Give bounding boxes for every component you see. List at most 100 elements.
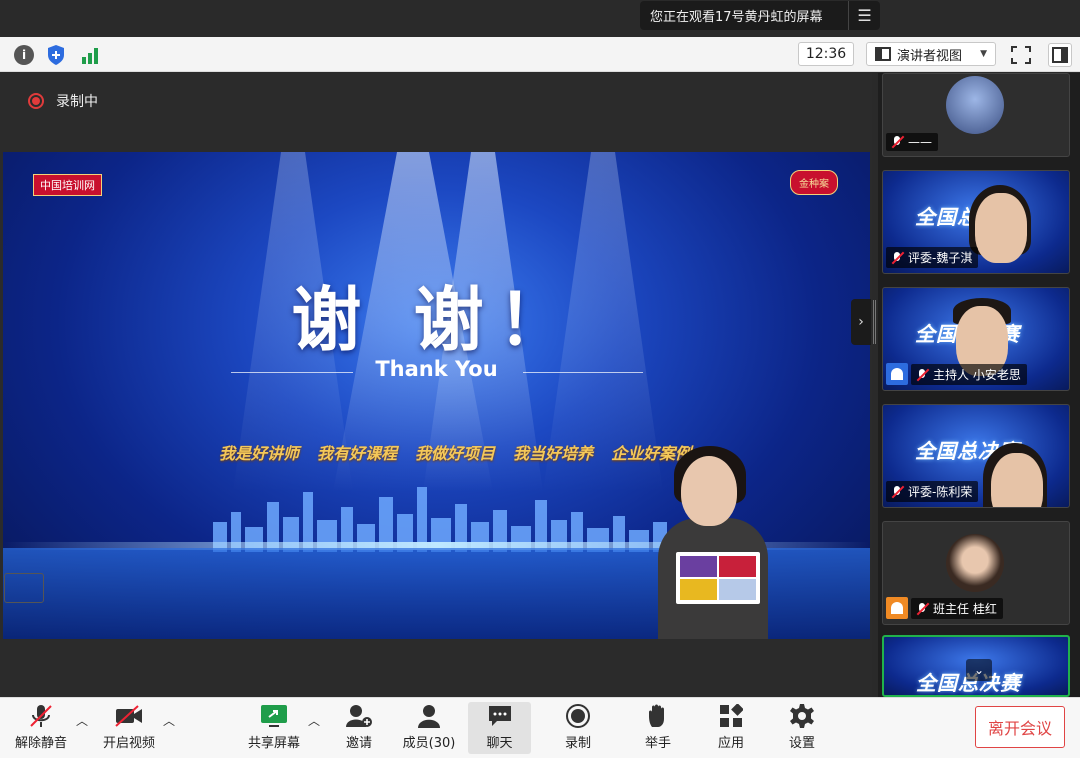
recording-indicator: 录制中 — [28, 91, 98, 111]
participant-tile-active[interactable]: 全国总决赛 ⌄ — [882, 635, 1070, 697]
slide-logo-right: 金种案 — [790, 170, 838, 195]
participant-tile[interactable]: 全国总决赛 评委-陈利荣 — [882, 404, 1070, 508]
main-share-stage: 录制中 中国培训网 金种案 谢 谢！ Thank You 我是好讲师 我有好课程… — [0, 73, 872, 697]
chevron-up-icon[interactable]: ︿ — [76, 712, 88, 729]
share-banner-text: 您正在观看17号黄丹虹的屏幕 — [650, 10, 823, 25]
chevron-right-icon[interactable]: › — [851, 299, 871, 345]
presenter-face — [681, 456, 737, 526]
participant-gallery[interactable]: —— 全国总决赛 评委-魏子淇 全国总决赛 主持人 小安老思 全国总决赛 — [878, 73, 1080, 697]
record-icon — [563, 702, 593, 730]
slide-title-cn: 谢 谢！ — [291, 278, 582, 361]
record-dot-icon — [28, 93, 44, 109]
record-label: 录制 — [564, 736, 591, 751]
slide-title-en: Thank You — [375, 357, 498, 381]
mic-muted-icon — [915, 602, 929, 616]
view-mode-label: 演讲者视图 — [897, 48, 963, 64]
chevron-up-icon[interactable]: ︿ — [308, 712, 320, 729]
meeting-window: 您正在观看17号黄丹虹的屏幕 ☰ i 12:36 演讲者视图 ▼ 录制中 中国培… — [0, 0, 1080, 758]
participant-tile[interactable]: 班主任 桂红 — [882, 521, 1070, 625]
participant-name-tag: 评委-陈利荣 — [886, 481, 979, 502]
view-mode-dropdown[interactable]: 演讲者视图 ▼ — [866, 42, 996, 66]
participant-face — [991, 453, 1043, 507]
chevron-down-icon[interactable]: ⌄ — [966, 659, 992, 681]
participant-name: 评委-魏子淇 — [908, 251, 973, 265]
info-icon[interactable]: i — [14, 45, 34, 65]
slogan: 我当好培养 — [513, 444, 594, 463]
apps-button[interactable]: 应用 — [709, 702, 753, 754]
mic-off-icon — [26, 702, 56, 730]
chat-button[interactable]: 聊天 — [468, 702, 531, 754]
avatar — [946, 534, 1004, 592]
screen-share-banner: 您正在观看17号黄丹虹的屏幕 ☰ — [640, 1, 880, 30]
sidebar-toggle-icon[interactable] — [1048, 43, 1072, 67]
user-icon — [886, 597, 908, 619]
participant-name-tag: 班主任 桂红 — [911, 598, 1003, 619]
share-screen-button[interactable]: 共享屏幕 — [244, 702, 304, 754]
participant-name: —— — [908, 135, 932, 149]
invite-button[interactable]: 邀请 — [336, 702, 382, 754]
record-button[interactable]: 录制 — [556, 702, 600, 754]
top-toolbar: i 12:36 演讲者视图 ▼ — [0, 37, 1080, 72]
participant-name: 班主任 桂红 — [933, 602, 997, 616]
participant-tile[interactable]: 全国总决赛 主持人 小安老思 — [882, 287, 1070, 391]
participant-name: 主持人 小安老思 — [933, 368, 1021, 382]
participant-name: 评委-陈利荣 — [908, 485, 973, 499]
participant-name-tag: 主持人 小安老思 — [911, 364, 1027, 385]
meeting-timer: 12:36 — [798, 42, 854, 66]
participant-name-tag: 评委-魏子淇 — [886, 247, 979, 268]
slogan: 我有好课程 — [317, 444, 398, 463]
members-button[interactable]: 成员(30) — [400, 702, 458, 754]
invite-label: 邀请 — [345, 736, 372, 751]
slogan: 我做好项目 — [415, 444, 496, 463]
camera-off-icon — [114, 702, 144, 730]
members-label: 成员(30) — [402, 736, 456, 751]
mic-muted-icon — [890, 485, 904, 499]
mic-muted-icon — [915, 368, 929, 382]
bottom-toolbar: 解除静音 ︿ 开启视频 ︿ 共享屏幕 ︿ 邀请 成员(30) 聊天 录制 举手 … — [0, 697, 1080, 758]
list-menu-icon[interactable]: ☰ — [848, 1, 880, 30]
start-video-label: 开启视频 — [102, 736, 155, 751]
presenter-video-overlay — [636, 440, 786, 639]
avatar — [946, 76, 1004, 134]
apps-label: 应用 — [717, 736, 744, 751]
unmute-label: 解除静音 — [14, 736, 67, 751]
share-screen-icon — [259, 702, 289, 730]
security-shield-icon[interactable] — [46, 44, 66, 66]
gear-icon — [787, 702, 817, 730]
fullscreen-icon[interactable] — [1010, 45, 1032, 65]
shared-slide: 中国培训网 金种案 谢 谢！ Thank You 我是好讲师 我有好课程 我做好… — [3, 152, 870, 639]
chevron-down-icon: ▼ — [980, 49, 987, 59]
slogan: 我是好讲师 — [219, 444, 300, 463]
slide-logo-left: 中国培训网 — [33, 174, 102, 196]
chevron-up-icon[interactable]: ︿ — [163, 712, 175, 729]
panel-resize-handle[interactable] — [873, 300, 876, 344]
apps-grid-icon — [716, 702, 746, 730]
share-screen-label: 共享屏幕 — [247, 736, 300, 751]
raise-hand-button[interactable]: 举手 — [636, 702, 680, 754]
settings-button[interactable]: 设置 — [780, 702, 824, 754]
chat-bubble-icon — [485, 702, 515, 730]
signal-strength-icon[interactable] — [80, 45, 102, 65]
speaker-view-icon — [875, 47, 891, 61]
raise-hand-label: 举手 — [644, 736, 671, 751]
mic-muted-icon — [890, 135, 904, 149]
members-icon — [414, 702, 444, 730]
chat-label: 聊天 — [486, 736, 513, 751]
slide-slogans: 我是好讲师 我有好课程 我做好项目 我当好培养 企业好案例 — [219, 440, 691, 464]
mini-control-icon[interactable] — [4, 573, 44, 603]
participant-face — [975, 193, 1027, 263]
timer-text: 12:36 — [805, 46, 847, 62]
mic-muted-icon — [890, 251, 904, 265]
recording-label: 录制中 — [56, 94, 98, 110]
settings-label: 设置 — [788, 736, 815, 751]
user-icon — [886, 363, 908, 385]
participant-name-tag: —— — [886, 133, 938, 151]
hand-icon — [643, 702, 673, 730]
unmute-button[interactable]: 解除静音 — [10, 702, 72, 754]
presenter-card — [676, 552, 760, 604]
add-user-icon — [344, 702, 374, 730]
participant-tile[interactable]: 全国总决赛 评委-魏子淇 — [882, 170, 1070, 274]
participant-tile[interactable]: —— — [882, 73, 1070, 157]
leave-meeting-button[interactable]: 离开会议 — [975, 706, 1065, 748]
start-video-button[interactable]: 开启视频 — [98, 702, 160, 754]
